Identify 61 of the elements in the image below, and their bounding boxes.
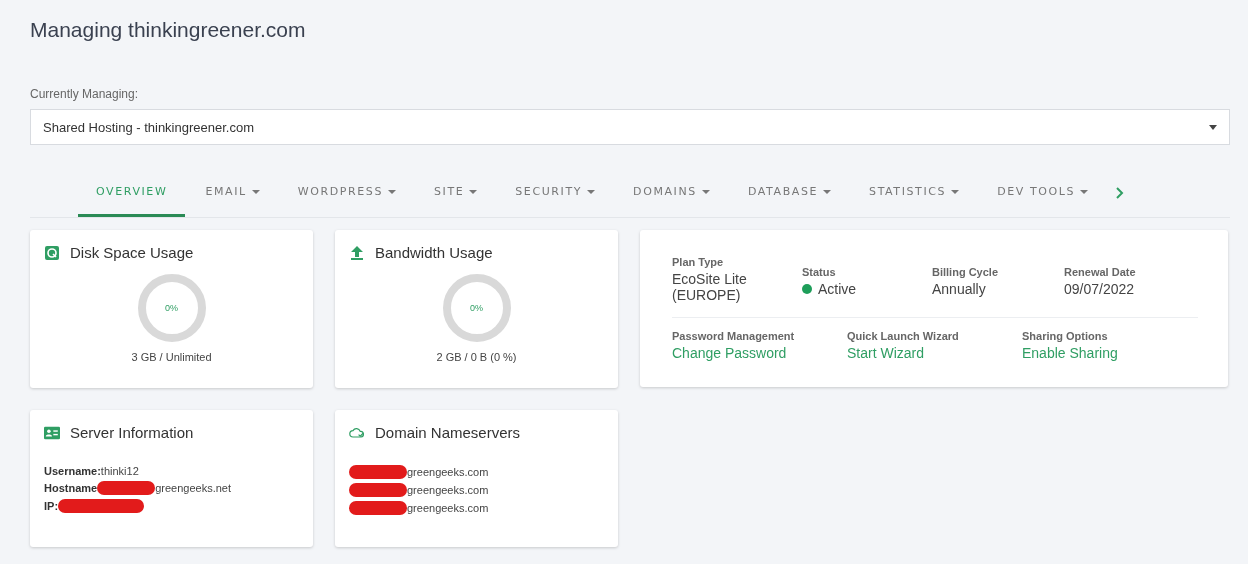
field-value: greengeeks.com [407,484,489,496]
card-title: Bandwidth Usage [375,244,493,261]
usage-donut [136,273,207,343]
caret-icon [1209,124,1217,130]
usage-detail: 2 GB / 0 B (0 %) [436,351,517,363]
field-label: Renewal Date [1064,266,1137,278]
usage-percent: 0% [470,303,483,313]
page-title: Managing thinkingreener.com [30,18,306,42]
field-label: Username: [44,465,101,477]
caret-icon [251,189,260,194]
redaction-mark [349,501,407,515]
caret-icon [701,189,710,194]
field-label: IP: [44,500,59,512]
card-title: Domain Nameservers [375,424,521,441]
nav-tab[interactable]: DOMAINS [615,169,728,217]
usage-donut [441,273,512,343]
field-label: Hostname [44,482,98,494]
caret-icon [587,189,596,194]
nav-tab[interactable]: SITE [416,169,496,217]
disk-icon [44,244,60,261]
field-label: Billing Cycle [932,266,1000,278]
card-title: Disk Space Usage [70,244,194,261]
hosting-select[interactable]: Shared Hosting - thinkingreener.com [30,109,1230,145]
upload-icon [349,244,365,261]
field-label: Password Management [672,330,796,342]
caret-icon [951,189,960,194]
chevron-right-icon[interactable] [1114,187,1125,199]
field-value: greengeeks.com [407,502,489,514]
card-title: Server Information [70,424,194,441]
caret-icon [469,189,478,194]
caret-icon [1080,189,1089,194]
field-label: Sharing Options [1022,330,1109,342]
redaction-mark [349,465,407,479]
usage-percent: 0% [165,303,178,313]
field-value: 09/07/2022 [1064,281,1136,297]
field-value: Annually [932,281,987,297]
nav-tab[interactable]: STATISTICS [851,169,978,217]
nav-tab[interactable]: DATABASE [729,169,850,217]
caret-icon [388,189,396,194]
field-label: Quick Launch Wizard [847,330,960,342]
redaction-mark [97,481,156,495]
action-link[interactable]: Change Password [672,345,847,361]
action-link[interactable]: Enable Sharing [1022,345,1197,361]
nav-tab[interactable]: DEV TOOLS [979,169,1107,217]
field-label: Plan Type [672,256,725,268]
usage-detail: 3 GB / Unlimited [131,351,212,363]
field-value: thinki12 [100,465,139,477]
nav-tab[interactable]: WORDPRESS [279,169,414,217]
id-card-icon [44,424,60,441]
redaction-mark [349,483,407,497]
field-value: EcoSite Lite (EUROPE) [672,271,748,303]
nav-tab[interactable]: SECURITY [497,169,614,217]
field-label: Currently Managing: [30,87,139,101]
field-value: greengeeks.com [407,466,489,478]
nav-tab[interactable]: EMAIL [187,169,278,217]
action-link[interactable]: Start Wizard [847,345,1022,361]
field-label: Status [802,266,837,278]
field-value: greengeeks.net [155,482,232,494]
nav-tab[interactable]: OVERVIEW [78,169,186,217]
caret-icon [823,189,832,194]
field-value: Active [818,281,857,297]
